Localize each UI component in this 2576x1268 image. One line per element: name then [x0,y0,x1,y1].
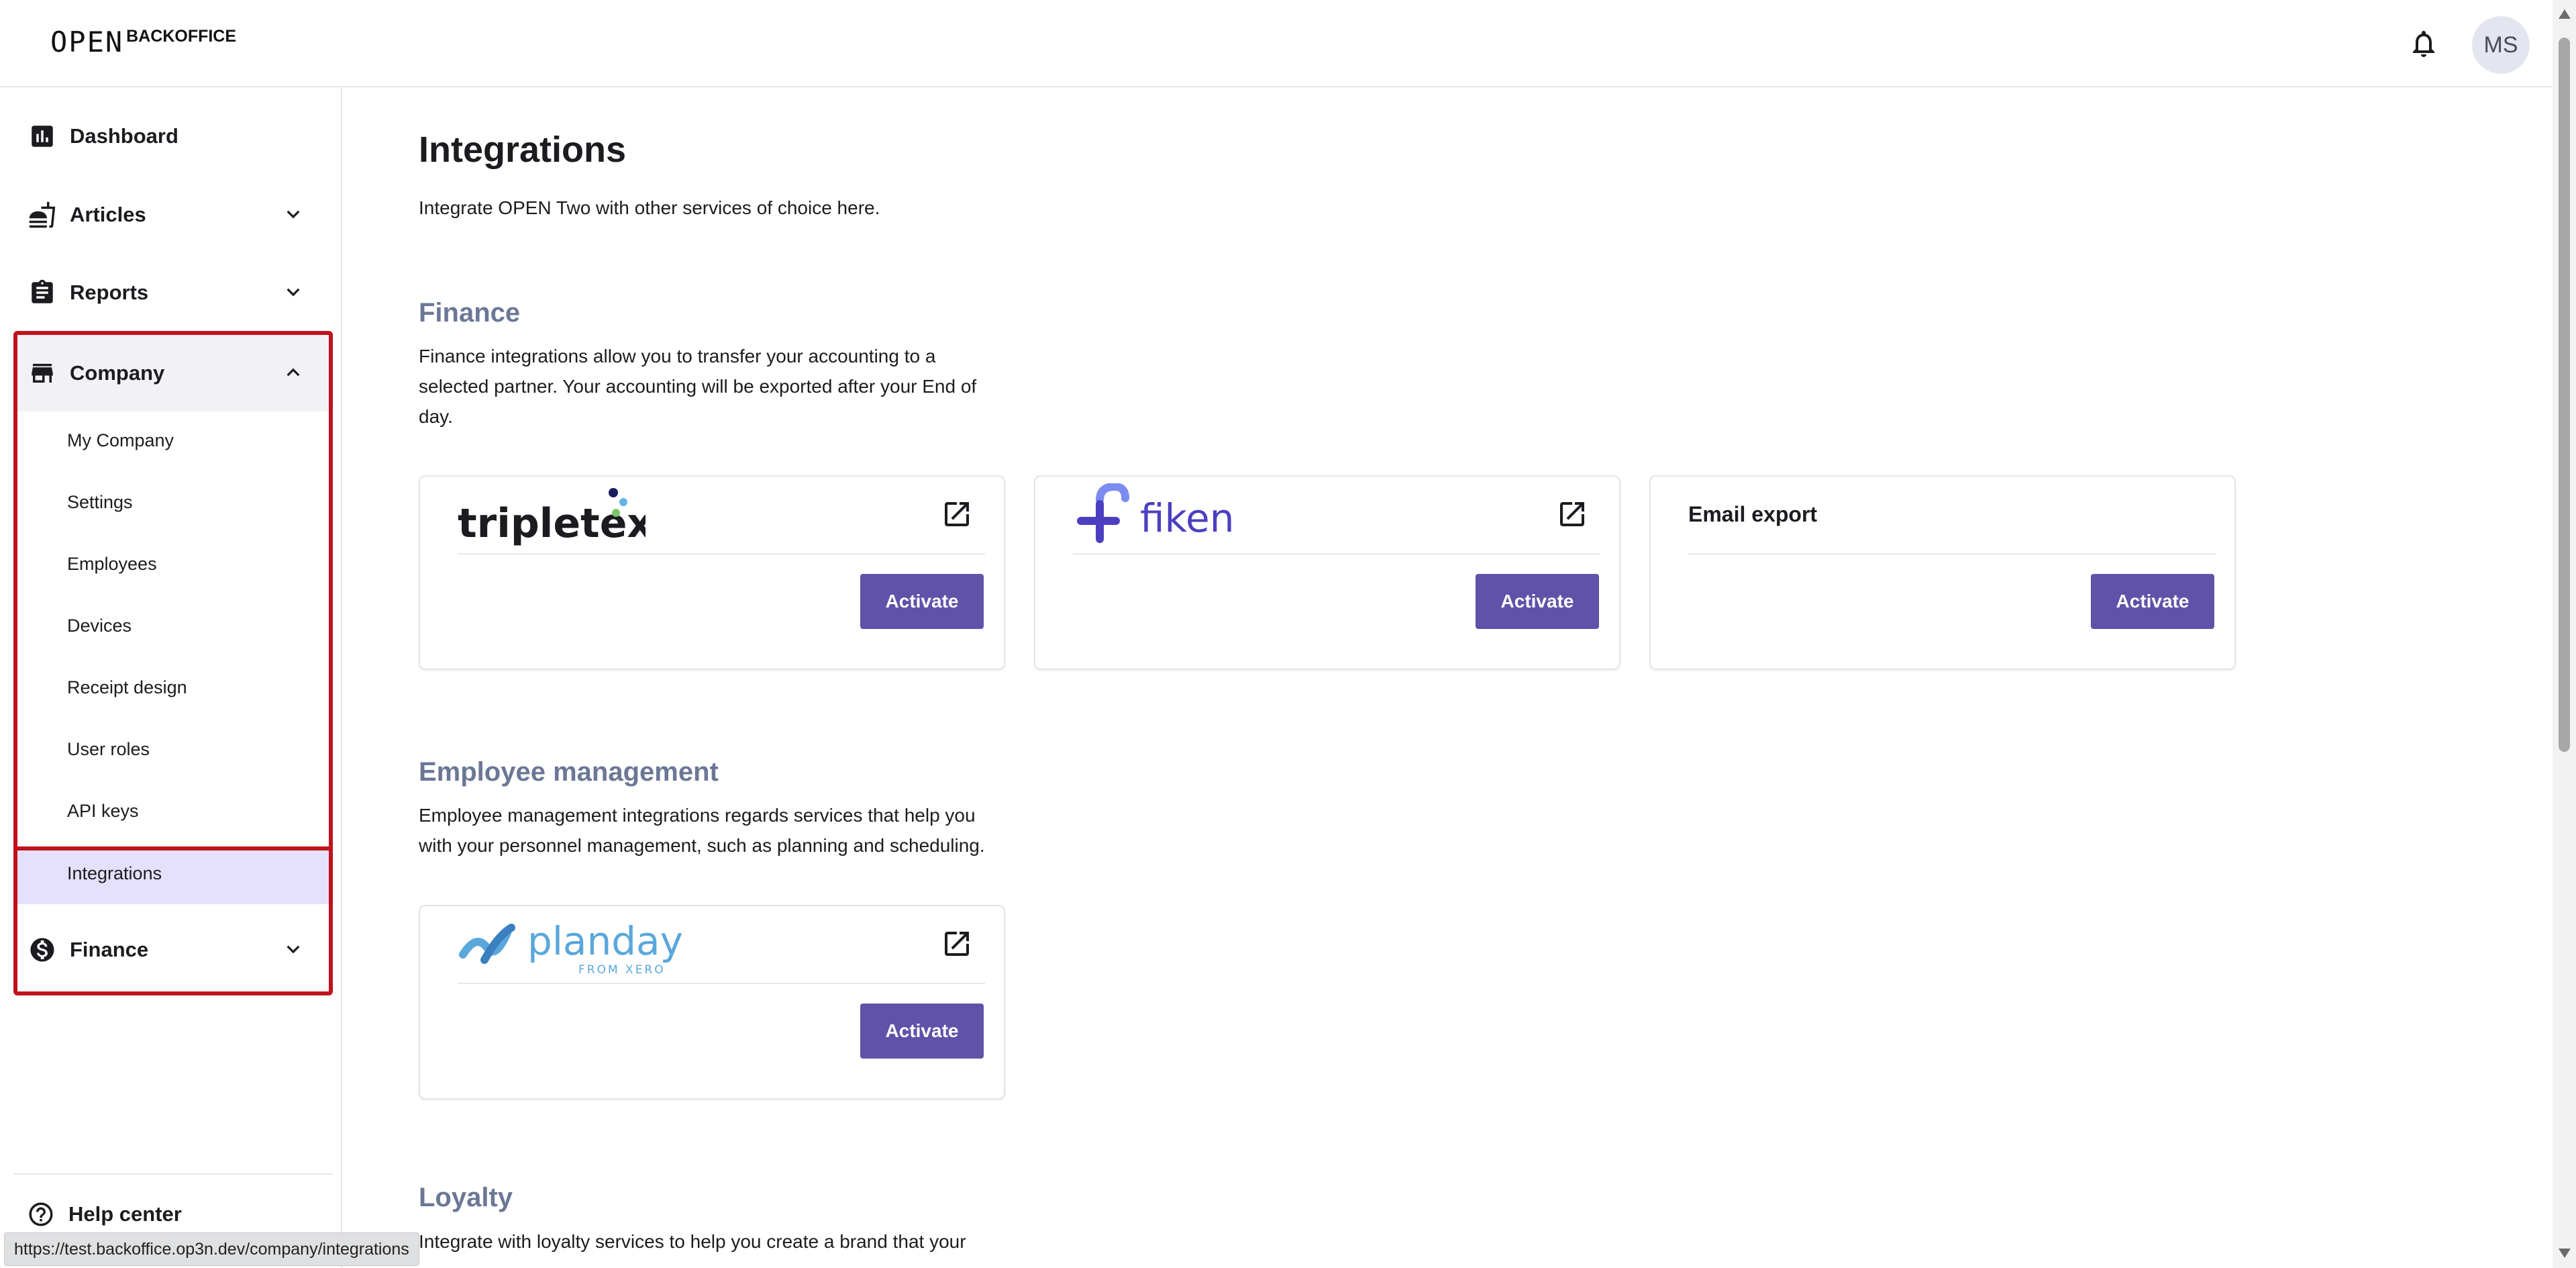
app-logo[interactable]: OPEN BACKOFFICE [50,26,236,58]
notification-bell-icon[interactable] [2408,27,2440,60]
external-link-icon[interactable] [1556,498,1588,530]
help-separator [13,1173,333,1175]
scroll-down-arrow[interactable] [2559,1249,2571,1258]
external-link-icon[interactable] [941,498,973,530]
fiken-logo-text: fiken [1140,495,1235,541]
tripletex-logo-text: tripletex [458,500,646,547]
planday-logo-text: planday [527,918,683,964]
card-divider [1073,553,1600,554]
section-description-finance: Finance integrations allow you to transf… [419,346,977,427]
chevron-down-icon [287,945,300,954]
help-center-label: Help center [68,1202,182,1226]
sidebar: Dashboard Articles Reports Company My Co… [0,87,342,1268]
sidebar-item-finance[interactable]: Finance [13,914,333,985]
user-avatar[interactable]: MS [2472,16,2530,74]
page-title: Integrations [419,130,627,170]
activate-button-fiken[interactable]: Activate [1476,574,1599,629]
top-header: OPEN BACKOFFICE MS [0,0,2553,87]
logo-subtitle: BACKOFFICE [126,27,237,46]
fiken-logo: fiken [1073,482,1247,554]
integration-card-tripletex: tripletex Activate [419,475,1005,670]
help-circle-icon [29,1202,53,1226]
section-description-employee-management: Employee management integrations regards… [419,805,985,856]
email-export-title: Email export [1688,502,1818,526]
planday-tagline: FROM XERO [578,963,666,977]
integration-card-email-export: Email export Activate [1649,475,2236,670]
section-title-employee-management: Employee management [419,757,719,787]
planday-logo: planday FROM XERO [458,913,713,983]
activate-button-tripletex[interactable]: Activate [860,574,984,629]
food-icon [29,201,56,228]
sidebar-item-label: Articles [70,203,146,226]
activate-button-email-export[interactable]: Activate [2091,574,2214,629]
browser-status-url: https://test.backoffice.op3n.dev/company… [4,1232,419,1266]
help-center-link[interactable]: Help center [27,1200,182,1228]
sidebar-item-label: Dashboard [70,124,178,148]
scrollbar-thumb[interactable] [2559,38,2570,752]
dollar-icon [30,938,54,962]
company-highlight-box [13,331,333,995]
sidebar-item-reports[interactable]: Reports [13,257,333,328]
external-link-icon[interactable] [941,928,973,960]
section-title-loyalty: Loyalty [419,1183,513,1212]
sidebar-item-label: Reports [70,281,149,304]
bar-chart-icon [32,126,53,147]
page-scrollbar[interactable] [2553,0,2576,1268]
card-divider [458,983,985,984]
sidebar-item-dashboard[interactable]: Dashboard [13,101,333,172]
clipboard-icon [32,279,53,303]
sidebar-item-label: Finance [70,938,149,961]
chevron-down-icon [287,210,300,219]
sidebar-item-articles[interactable]: Articles [13,179,333,250]
card-divider [458,553,985,554]
activate-button-planday[interactable]: Activate [860,1004,984,1059]
scroll-up-arrow[interactable] [2559,9,2571,19]
card-divider [1688,553,2216,554]
integration-card-planday: planday FROM XERO Activate [419,905,1005,1100]
section-description-loyalty: Integrate with loyalty services to help … [419,1231,966,1252]
tripletex-logo: tripletex [458,483,653,554]
chevron-down-icon [287,288,300,297]
page-description: Integrate OPEN Two with other services o… [419,197,880,218]
section-title-finance: Finance [419,298,521,328]
integration-card-fiken: fiken Activate [1034,475,1620,670]
logo-text: OPEN [50,26,124,58]
